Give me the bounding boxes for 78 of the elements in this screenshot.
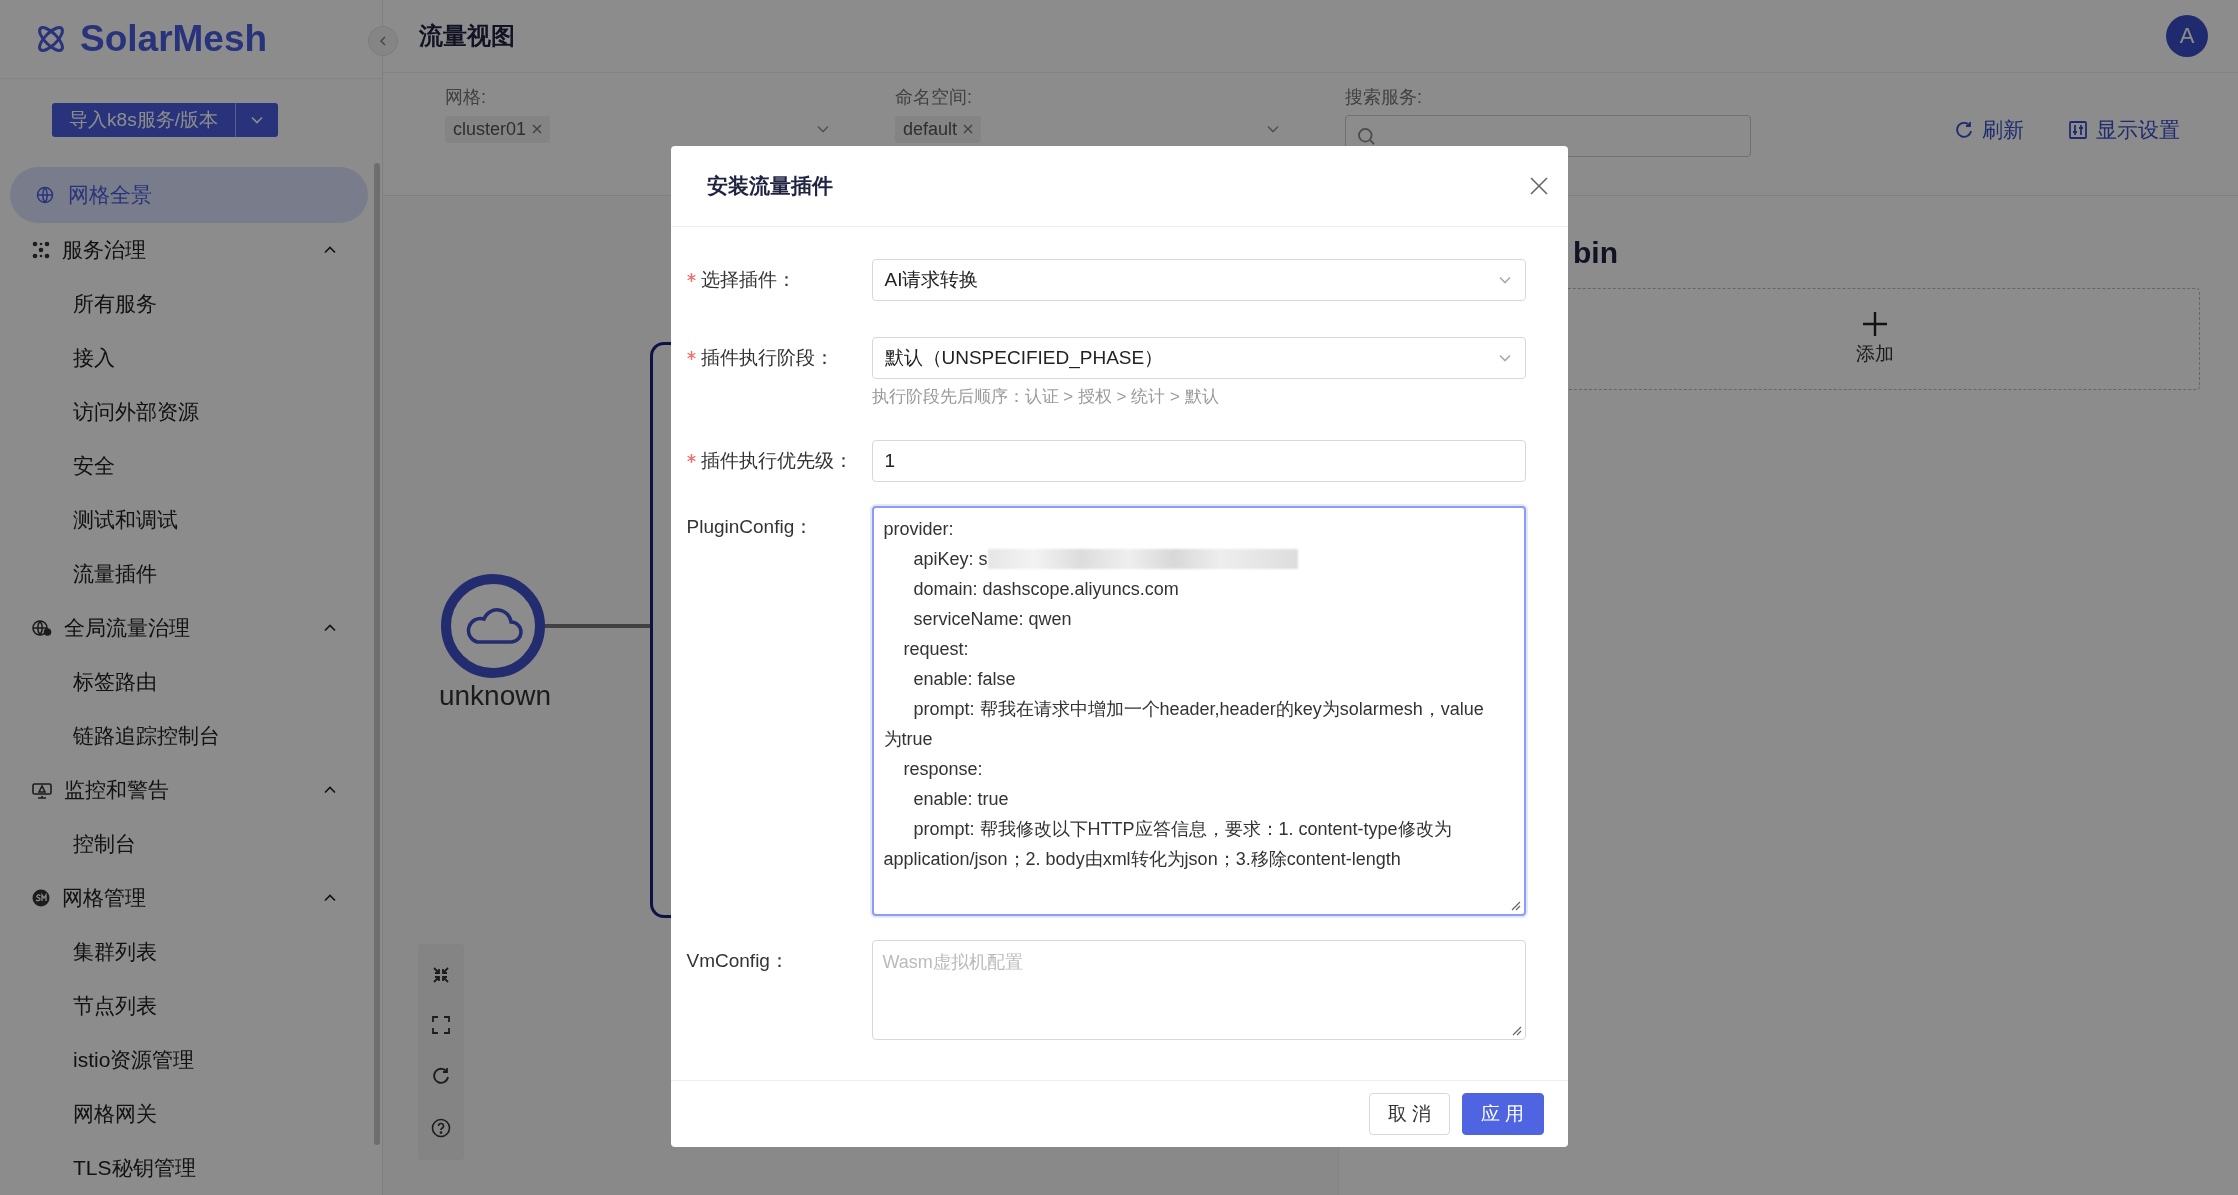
menu-item[interactable]: 集群列表 bbox=[0, 925, 382, 979]
menu-group[interactable]: 服务治理 bbox=[0, 223, 382, 277]
logo-text: SolarMesh bbox=[80, 18, 268, 60]
settings-icon bbox=[2068, 120, 2088, 140]
filter-label: 命名空间: bbox=[895, 86, 973, 109]
close-button[interactable] bbox=[1529, 177, 1548, 195]
fullscreen-icon[interactable] bbox=[432, 1016, 450, 1034]
refresh-icon bbox=[1954, 120, 1974, 140]
code-line: provider: bbox=[883, 518, 954, 541]
code-line: serviceName: qwen bbox=[912, 608, 1072, 631]
remove-icon[interactable] bbox=[963, 124, 974, 134]
cancel-button[interactable]: 取 消 bbox=[1368, 1093, 1451, 1135]
menu-item[interactable]: 节点列表 bbox=[0, 979, 382, 1033]
select-field[interactable]: AI请求转换 bbox=[871, 259, 1526, 301]
code-line: enable: true bbox=[912, 788, 1009, 811]
toolbar-button[interactable]: 显示设置 bbox=[2068, 116, 2180, 144]
dots-grid-icon bbox=[32, 241, 50, 259]
circle-icon bbox=[32, 889, 50, 907]
code-line: 为true bbox=[883, 728, 933, 751]
page-title: 流量视图 bbox=[419, 21, 516, 51]
dialog-title: 安装流量插件 bbox=[706, 173, 834, 199]
field-label: VmConfig： bbox=[686, 949, 789, 973]
code-line: request: bbox=[902, 638, 969, 661]
close-icon bbox=[1529, 177, 1548, 195]
menu-item[interactable]: 控制台 bbox=[0, 817, 382, 871]
menu-item[interactable]: 接入 bbox=[0, 331, 382, 385]
apply-button[interactable]: 应 用 bbox=[1462, 1093, 1544, 1135]
menu-item[interactable]: 访问外部资源 bbox=[0, 385, 382, 439]
import-button[interactable]: 导入k8s服务/版本 bbox=[52, 103, 278, 137]
textarea-field[interactable] bbox=[871, 506, 1526, 916]
panel-title: bin bbox=[1573, 236, 1619, 271]
field-label: 插件执行阶段： bbox=[700, 346, 834, 370]
input-field[interactable]: 1 bbox=[871, 440, 1526, 482]
refresh-icon[interactable] bbox=[431, 1066, 451, 1086]
menu-group[interactable]: 网格管理 bbox=[0, 871, 382, 925]
code-line: domain: dashscope.aliyuncs.com bbox=[912, 578, 1179, 601]
menu-item[interactable]: 网格网关 bbox=[0, 1087, 382, 1141]
globe-gear-icon bbox=[32, 619, 52, 637]
menu-group[interactable]: 全局流量治理 bbox=[0, 601, 382, 655]
user-avatar[interactable]: A bbox=[2166, 15, 2208, 57]
search-icon bbox=[1358, 127, 1375, 145]
globe-icon bbox=[36, 186, 54, 204]
code-line: application/json；2. body由xml转化为json；3.移除content-length bbox=[883, 848, 1401, 871]
monitor-alert-icon bbox=[32, 781, 52, 799]
code-line: apiKey: s bbox=[912, 548, 988, 571]
menu-item[interactable]: 安全 bbox=[0, 439, 382, 493]
field-label: 插件执行优先级： bbox=[700, 449, 853, 473]
scrollbar[interactable] bbox=[374, 163, 380, 1145]
menu-item[interactable]: istio资源管理 bbox=[0, 1033, 382, 1087]
node-label: unknown bbox=[437, 680, 553, 712]
select-field[interactable]: default bbox=[895, 111, 1281, 147]
menu-item[interactable]: 链路追踪控制台 bbox=[0, 709, 382, 763]
toolbar-button[interactable]: 刷新 bbox=[1954, 116, 2024, 144]
select-field[interactable]: cluster01 bbox=[445, 111, 831, 147]
code-line: prompt: 帮我在请求中增加一个header,header的key为solarmesh，value bbox=[912, 698, 1484, 721]
remove-icon[interactable] bbox=[532, 124, 543, 134]
field-label: PluginConfig： bbox=[686, 515, 814, 539]
help-icon[interactable] bbox=[431, 1118, 451, 1138]
filter-label: 网格: bbox=[445, 86, 487, 109]
menu-item[interactable]: 所有服务 bbox=[0, 277, 382, 331]
select-field[interactable]: 默认（UNSPECIFIED_PHASE） bbox=[871, 337, 1526, 379]
hint-text: 执行阶段先后顺序：认证 > 授权 > 统计 > 默认 bbox=[871, 386, 1220, 408]
menu-item[interactable]: 标签路由 bbox=[0, 655, 382, 709]
field-label: 选择插件： bbox=[700, 268, 796, 292]
menu-group[interactable]: 监控和警告 bbox=[0, 763, 382, 817]
resize-grip-icon bbox=[1511, 1026, 1522, 1036]
shrink-icon[interactable] bbox=[432, 966, 450, 984]
placeholder-text: Wasm虚拟机配置 bbox=[882, 951, 1024, 974]
resize-grip-icon bbox=[1510, 901, 1521, 911]
chevron-left-icon bbox=[377, 35, 389, 47]
filter-label: 搜索服务: bbox=[1345, 86, 1423, 109]
code-line: response: bbox=[902, 758, 983, 781]
plus-icon bbox=[1861, 311, 1888, 337]
menu-item[interactable]: 测试和调试 bbox=[0, 493, 382, 547]
code-line: prompt: 帮我修改以下HTTP应答信息，要求：1. content-type修改为 bbox=[912, 818, 1452, 841]
menu-item[interactable]: 流量插件 bbox=[0, 547, 382, 601]
code-line: enable: false bbox=[912, 668, 1016, 691]
menu-item[interactable]: TLS秘钥管理 bbox=[0, 1141, 382, 1195]
